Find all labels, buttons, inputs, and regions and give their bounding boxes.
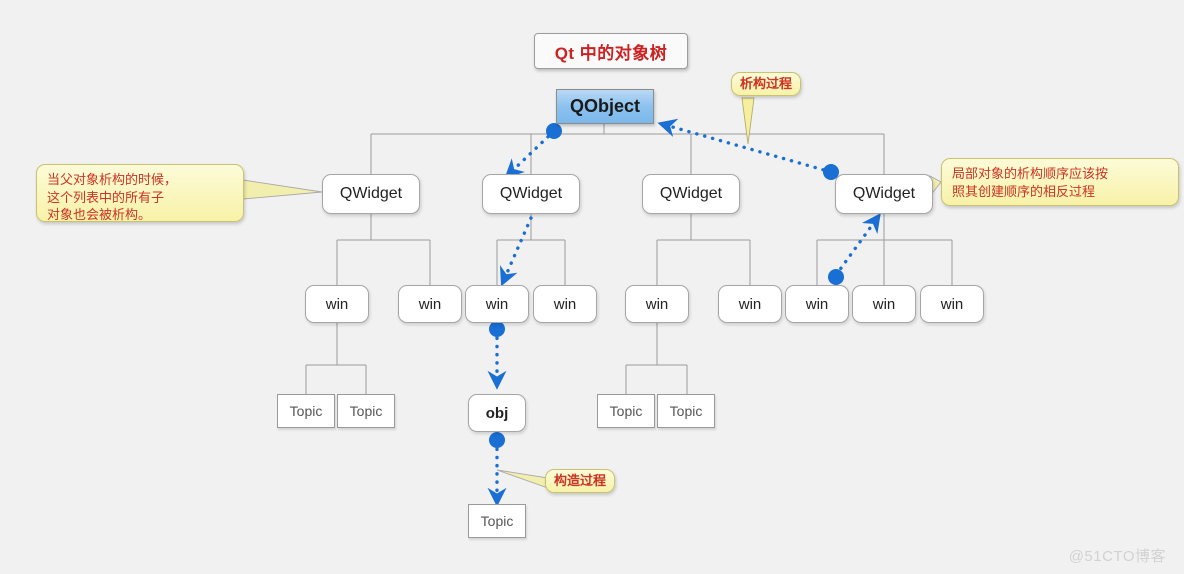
node-win-9[interactable]: win [920, 285, 984, 323]
page-title: Qt 中的对象树 [534, 33, 688, 69]
node-topic-1[interactable]: Topic [277, 394, 335, 428]
node-win-8[interactable]: win [852, 285, 916, 323]
note-parent-destruct: 当父对象析构的时候， 这个列表中的所有子 对象也会被析构。 [36, 164, 244, 222]
node-win-5[interactable]: win [625, 285, 689, 323]
node-topic-2[interactable]: Topic [337, 394, 395, 428]
node-win-4[interactable]: win [533, 285, 597, 323]
node-qwidget-1[interactable]: QWidget [322, 174, 420, 214]
node-win-2[interactable]: win [398, 285, 462, 323]
node-win-3[interactable]: win [465, 285, 529, 323]
diagram-canvas: Qt 中的对象树 QObject QWidget QWidget QWidget… [0, 0, 1184, 574]
node-obj[interactable]: obj [468, 394, 526, 432]
note-construct-process: 构造过程 [545, 469, 615, 493]
tree-edges [305, 124, 953, 394]
node-topic-5[interactable]: Topic [468, 504, 526, 538]
node-win-7[interactable]: win [785, 285, 849, 323]
node-qwidget-3[interactable]: QWidget [642, 174, 740, 214]
watermark: @51CTO博客 [1068, 548, 1166, 565]
node-topic-4[interactable]: Topic [657, 394, 715, 428]
node-qwidget-4[interactable]: QWidget [835, 174, 933, 214]
node-qobject-root[interactable]: QObject [556, 89, 654, 124]
node-win-1[interactable]: win [305, 285, 369, 323]
node-qwidget-2[interactable]: QWidget [482, 174, 580, 214]
node-win-6[interactable]: win [718, 285, 782, 323]
note-local-order: 局部对象的析构顺序应该按 照其创建顺序的相反过程 [941, 158, 1179, 206]
node-topic-3[interactable]: Topic [597, 394, 655, 428]
note-destruct-process: 析构过程 [731, 72, 801, 96]
